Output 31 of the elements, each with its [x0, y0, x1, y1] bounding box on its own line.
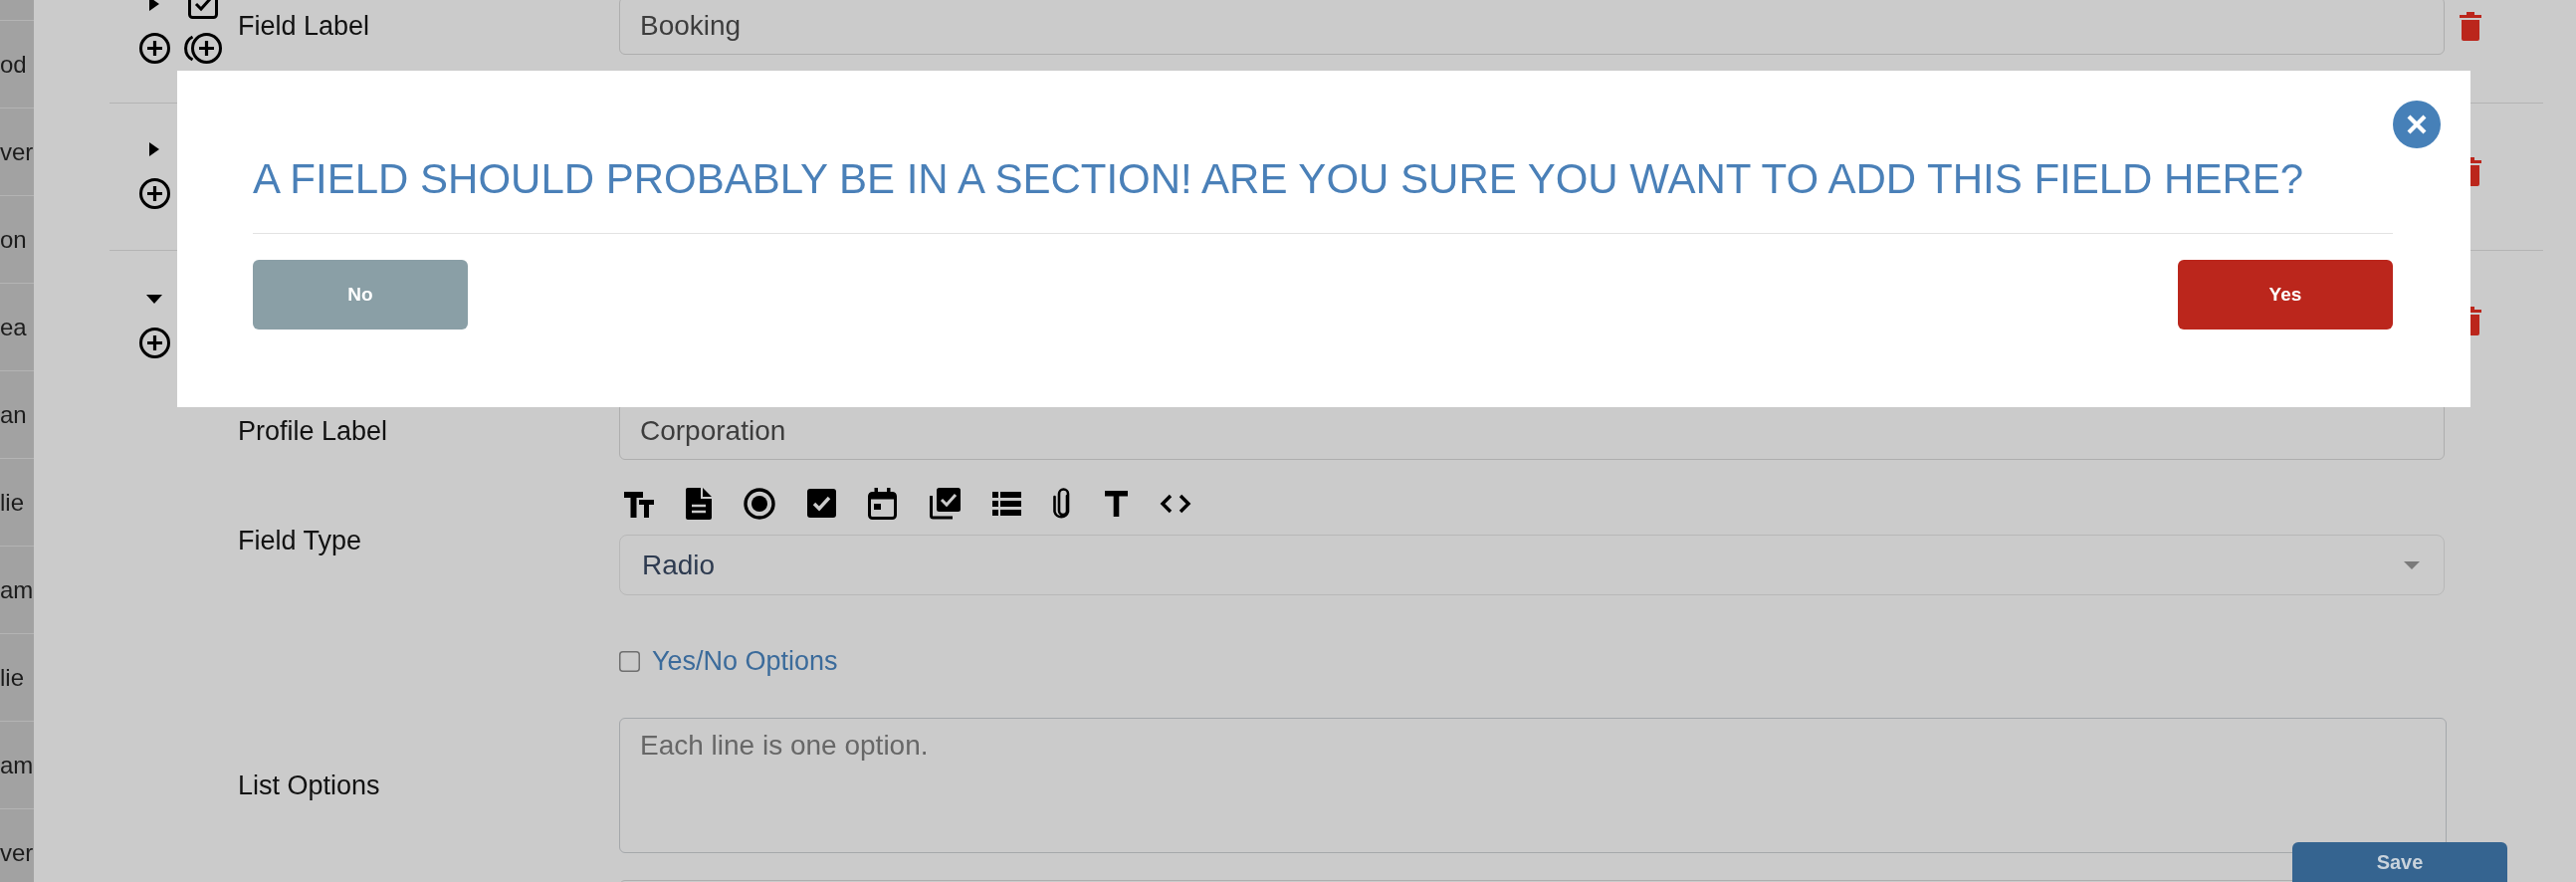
checkbox-label[interactable]: Yes/No Options [652, 646, 838, 677]
dialog-title: A FIELD SHOULD PROBABLY BE IN A SECTION! ARE YOU SURE YOU WANT TO ADD THIS FIELD HERE? [253, 154, 2305, 204]
textarea-field[interactable]: Each line is one option. [619, 718, 2447, 853]
plus-circle-icon[interactable] [138, 327, 170, 358]
caret-right-icon[interactable] [149, 142, 159, 156]
calendar-icon[interactable] [868, 487, 897, 520]
yes-button[interactable]: Yes [2178, 260, 2393, 330]
document-icon[interactable] [686, 487, 712, 520]
plus-circle-icon[interactable] [138, 32, 170, 64]
radio-button-icon[interactable] [744, 487, 775, 520]
save-button[interactable]: Save [2292, 842, 2507, 882]
text-icon[interactable] [1105, 490, 1128, 517]
field-label: Profile Label [238, 415, 388, 447]
trash-icon[interactable] [2460, 11, 2481, 41]
multi-checkbox-icon[interactable] [929, 487, 961, 520]
field-type-select[interactable]: Radio [619, 535, 2445, 595]
dropdown-caret-icon [2404, 560, 2420, 569]
field-label: Field Type [238, 526, 362, 556]
text-size-icon[interactable] [624, 489, 654, 518]
field-label: List Options [238, 770, 380, 801]
caret-right-icon[interactable] [149, 0, 159, 11]
text-field[interactable]: Booking [619, 0, 2445, 55]
checkbox[interactable] [619, 651, 640, 672]
plus-circle-icon[interactable] [138, 177, 170, 209]
checkbox-icon[interactable] [807, 489, 836, 518]
field-label: Field Label [238, 10, 370, 42]
layered-plus-icon[interactable] [184, 32, 222, 64]
code-icon[interactable] [1160, 493, 1191, 514]
close-icon[interactable] [2393, 101, 2441, 148]
list-icon[interactable] [992, 491, 1021, 516]
caret-down-icon[interactable] [146, 294, 162, 304]
